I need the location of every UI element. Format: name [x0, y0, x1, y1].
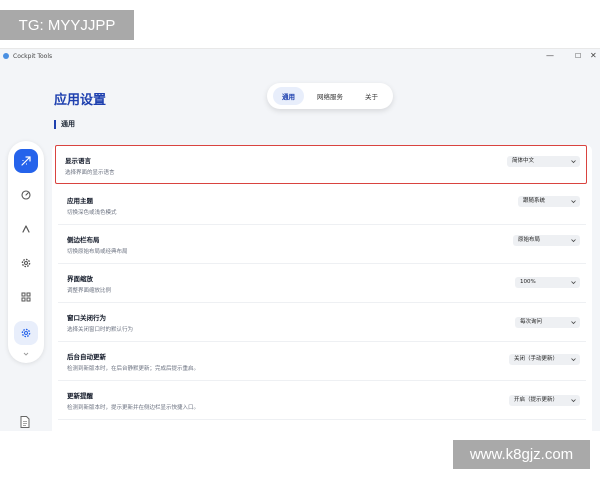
select-value: 原始布局	[518, 237, 541, 243]
setting-description: 调整界面缩放比例	[67, 288, 112, 294]
tab-bar: 通用 网络服务 关于	[267, 83, 393, 109]
select-value: 简体中文	[512, 158, 535, 164]
chevron-down-icon	[571, 160, 576, 164]
close-button[interactable]: ✕	[590, 50, 597, 62]
grid-icon	[21, 292, 31, 302]
ui-scale-select[interactable]: 100%	[515, 277, 580, 288]
update-reminder-select[interactable]: 开启（提示更新）	[509, 395, 580, 406]
setting-row-theme: 应用主题 切换深色或浅色模式 跟随系统	[58, 186, 586, 225]
section-title: 通用	[54, 120, 75, 129]
language-select[interactable]: 简体中文	[507, 156, 580, 167]
setting-title: 界面缩放	[67, 275, 93, 283]
setting-row-sidebar-layout: 侧边栏布局 切换原始布局或经典布局 原始布局	[58, 225, 586, 264]
sidebar-item-settings[interactable]	[14, 321, 38, 345]
setting-title: 更新提醒	[67, 392, 93, 400]
chevron-down-icon[interactable]	[22, 350, 30, 358]
gauge-icon	[21, 190, 31, 200]
document-icon[interactable]	[18, 415, 32, 429]
select-value: 开启（提示更新）	[514, 397, 559, 403]
title-bar: Cockpit Tools — ☐ ✕	[0, 49, 600, 63]
select-value: 100%	[520, 279, 536, 285]
setting-description: 切换原始布局或经典布局	[67, 249, 128, 255]
sidebar-item-logo-a[interactable]	[14, 217, 38, 241]
auto-update-select[interactable]: 关闭（手动更新）	[509, 354, 580, 365]
setting-title: 显示语言	[65, 157, 91, 165]
logo-a-icon	[22, 225, 30, 233]
setting-title: 窗口关闭行为	[67, 314, 106, 322]
sidebar-item-gauge[interactable]	[14, 183, 38, 207]
setting-row-language: 显示语言 选择界面的显示语言 简体中文	[55, 145, 587, 184]
chevron-down-icon	[571, 399, 576, 403]
settings-icon	[21, 328, 31, 338]
theme-select[interactable]: 跟随系统	[518, 196, 580, 207]
select-value: 每次询问	[520, 319, 543, 325]
chevron-down-icon	[571, 281, 576, 285]
setting-description: 选择界面的显示语言	[65, 170, 115, 176]
settings-gear-icon	[21, 258, 31, 268]
watermark-top: TG: MYYJJPP	[0, 10, 134, 40]
settings-panel: 显示语言 选择界面的显示语言 简体中文 应用主题 切换深色或浅色模式 跟随系统 …	[52, 145, 592, 431]
rocket-icon	[21, 156, 31, 166]
setting-description: 检测到新版本时，提示更新并在侧边栏显示快捷入口。	[67, 405, 200, 411]
tab-network-services[interactable]: 网络服务	[308, 87, 352, 105]
sidebar	[8, 141, 44, 363]
chevron-down-icon	[571, 200, 576, 204]
tab-about[interactable]: 关于	[356, 87, 387, 105]
setting-row-update-reminder: 更新提醒 检测到新版本时，提示更新并在侧边栏显示快捷入口。 开启（提示更新）	[58, 381, 586, 420]
setting-description: 选择关闭窗口时的默认行为	[67, 327, 134, 333]
chevron-down-icon	[571, 358, 576, 362]
chevron-down-icon	[571, 321, 576, 325]
select-value: 关闭（手动更新）	[514, 356, 559, 362]
sidebar-item-gear[interactable]	[14, 251, 38, 275]
setting-description: 检测到新版本时，在后台静默更新；完成后提示重启。	[67, 366, 200, 372]
maximize-button[interactable]: ☐	[575, 50, 581, 62]
sidebar-layout-select[interactable]: 原始布局	[513, 235, 580, 246]
setting-title: 应用主题	[67, 197, 93, 205]
setting-row-auto-update: 后台自动更新 检测到新版本时，在后台静默更新；完成后提示重启。 关闭（手动更新）	[58, 342, 586, 381]
sidebar-item-grid[interactable]	[14, 285, 38, 309]
close-behavior-select[interactable]: 每次询问	[515, 317, 580, 328]
setting-title: 后台自动更新	[67, 353, 106, 361]
page-title: 应用设置	[54, 93, 107, 108]
watermark-bottom: www.k8gjz.com	[453, 440, 590, 469]
chevron-down-icon	[571, 239, 576, 243]
app-window: Cockpit Tools — ☐ ✕ 应用设置 通用 网络服务 关于 通用 显…	[0, 48, 600, 431]
select-value: 跟随系统	[523, 198, 546, 204]
app-logo-icon	[3, 53, 9, 59]
setting-row-ui-scale: 界面缩放 调整界面缩放比例 100%	[58, 264, 586, 303]
sidebar-item-rocket[interactable]	[14, 149, 38, 173]
minimize-button[interactable]: —	[546, 50, 554, 62]
setting-description: 切换深色或浅色模式	[67, 210, 117, 216]
window-title: Cockpit Tools	[13, 52, 53, 60]
tab-general[interactable]: 通用	[273, 87, 304, 105]
setting-row-close-behavior: 窗口关闭行为 选择关闭窗口时的默认行为 每次询问	[58, 303, 586, 342]
setting-title: 侧边栏布局	[67, 236, 100, 244]
